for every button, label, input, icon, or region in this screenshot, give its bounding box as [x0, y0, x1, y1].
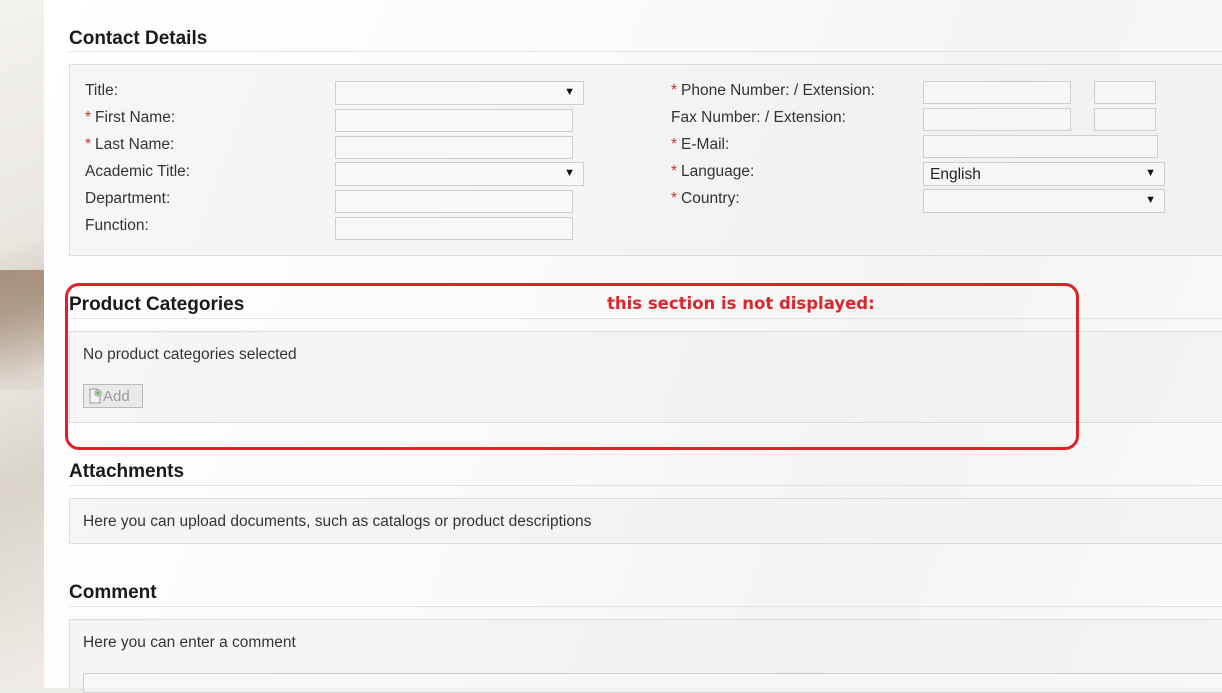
- first-name-input[interactable]: [335, 109, 573, 132]
- department-input[interactable]: [335, 190, 573, 213]
- dropdown-arrow-icon: ▼: [564, 86, 575, 98]
- phone-number-label: * Phone Number: / Extension:: [671, 82, 875, 99]
- email-label: * E-Mail:: [671, 136, 730, 153]
- first-name-label: * First Name:: [85, 109, 176, 126]
- last-name-label: * Last Name:: [85, 136, 175, 153]
- annotation-highlight-box: [65, 283, 1079, 450]
- comment-hint: Here you can enter a comment: [83, 634, 296, 651]
- attachments-title: Attachments: [69, 461, 185, 482]
- country-label: * Country:: [671, 190, 740, 207]
- attachments-rule: [69, 485, 1222, 486]
- title-label: Title:: [85, 82, 119, 99]
- academic-title-label: Academic Title:: [85, 163, 191, 180]
- dropdown-arrow-icon: ▼: [1145, 167, 1156, 179]
- registration-form: Contact Details Title: * First Name: * Las…: [44, 0, 1222, 693]
- contact-details-rule: [69, 51, 1222, 52]
- dropdown-arrow-icon: ▼: [1145, 194, 1156, 206]
- department-label: Department:: [85, 190, 171, 207]
- attachments-hint: Here you can upload documents, such as c…: [83, 513, 592, 530]
- function-input[interactable]: [335, 217, 573, 240]
- background-image-left: [0, 0, 44, 688]
- phone-number-input[interactable]: [923, 81, 1071, 104]
- comment-title: Comment: [69, 582, 157, 603]
- country-select[interactable]: ▼: [923, 189, 1165, 213]
- language-select[interactable]: English ▼: [923, 162, 1165, 186]
- language-label: * Language:: [671, 163, 755, 180]
- dropdown-arrow-icon: ▼: [564, 167, 575, 179]
- annotation-text: this section is not displayed:: [607, 294, 875, 313]
- academic-title-select[interactable]: ▼: [335, 162, 584, 186]
- last-name-input[interactable]: [335, 136, 573, 159]
- function-label: Function:: [85, 217, 149, 234]
- title-select[interactable]: ▼: [335, 81, 584, 105]
- fax-number-label: Fax Number: / Extension:: [671, 109, 846, 126]
- comment-rule: [69, 606, 1222, 607]
- fax-number-input[interactable]: [923, 108, 1071, 131]
- email-input[interactable]: [923, 135, 1158, 158]
- fax-extension-input[interactable]: [1094, 108, 1156, 131]
- phone-extension-input[interactable]: [1094, 81, 1156, 104]
- comment-textarea[interactable]: [83, 673, 1222, 693]
- contact-details-title: Contact Details: [69, 28, 208, 49]
